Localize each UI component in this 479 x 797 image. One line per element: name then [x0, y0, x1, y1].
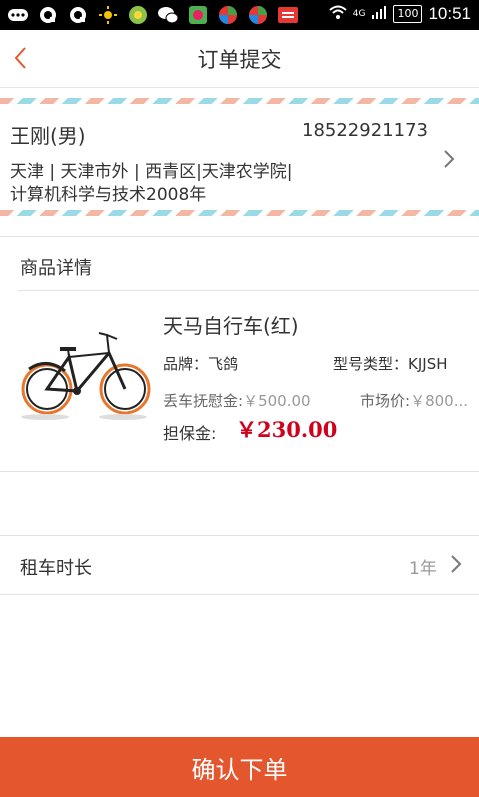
airmail-border-top — [0, 98, 479, 104]
goods-section: 商品详情 天马自行车(红) 品牌：飞鸽 型号类型：KJJSH 丢车抚慰金:￥50… — [0, 236, 479, 472]
goods-brand: 品牌：飞鸽 — [163, 353, 238, 374]
rental-duration-value: 1年 — [409, 559, 437, 579]
more-icon — [6, 4, 30, 26]
battery-icon: 100 — [393, 5, 423, 23]
recipient-name: 王刚(男) — [10, 124, 86, 148]
market-value: ￥800... — [410, 392, 468, 410]
model-label: 型号类型： — [333, 355, 409, 373]
market-label: 市场价: — [360, 392, 411, 410]
status-bar: 4G 100 10:51 — [0, 0, 479, 30]
loss-label: 丢车抚慰金: — [163, 392, 244, 410]
top-nav-bar: 订单提交 — [0, 30, 479, 88]
status-time: 10:51 — [428, 4, 471, 23]
goods-market-price: 市场价:￥800... — [360, 390, 478, 411]
page-title: 订单提交 — [197, 48, 282, 72]
app-icon — [186, 4, 210, 26]
address-line-1: 天津 | 天津市外 | 西青区|天津农学院| — [10, 162, 293, 182]
chat-icon — [66, 4, 90, 26]
sun-icon — [96, 4, 120, 26]
app-icon — [216, 4, 240, 26]
wechat-icon — [156, 4, 180, 26]
address-line-2: 计算机科学与技术2008年 — [10, 185, 207, 205]
divider — [18, 290, 479, 291]
deposit-value: ￥230.00 — [236, 417, 338, 442]
airmail-border-bottom — [0, 210, 479, 216]
news-icon — [276, 4, 300, 26]
system-indicators: 4G 100 10:51 — [329, 4, 471, 24]
goods-section-title: 商品详情 — [20, 258, 92, 279]
network-label: 4G — [352, 9, 366, 19]
brand-value: 飞鸽 — [208, 355, 239, 373]
goods-loss-compensation: 丢车抚慰金:￥500.00 — [163, 390, 311, 411]
loss-value: ￥500.00 — [243, 392, 311, 410]
app-icon — [126, 4, 150, 26]
chat-icon — [36, 4, 60, 26]
model-value: KJJSH — [408, 355, 448, 373]
goods-model: 型号类型：KJJSH — [333, 353, 448, 374]
wifi-icon — [329, 4, 347, 24]
brand-label: 品牌： — [163, 355, 209, 373]
recipient-phone: 18522921173 — [302, 120, 428, 141]
app-icon — [246, 4, 270, 26]
rental-duration-row[interactable]: 租车时长 1年 — [0, 535, 479, 595]
confirm-order-button[interactable]: 确认下单 — [0, 737, 479, 797]
deposit-label: 担保金: — [163, 424, 217, 443]
address-card[interactable]: 王刚(男) 18522921173 天津 | 天津市外 | 西青区|天津农学院|… — [0, 98, 479, 218]
chevron-right-icon[interactable] — [441, 147, 457, 171]
goods-name: 天马自行车(红) — [163, 314, 299, 338]
rental-duration-label: 租车时长 — [20, 558, 92, 579]
bicycle-image — [19, 329, 151, 421]
chevron-right-icon[interactable] — [450, 554, 462, 574]
notification-icons — [6, 4, 300, 26]
signal-icon — [371, 4, 387, 24]
